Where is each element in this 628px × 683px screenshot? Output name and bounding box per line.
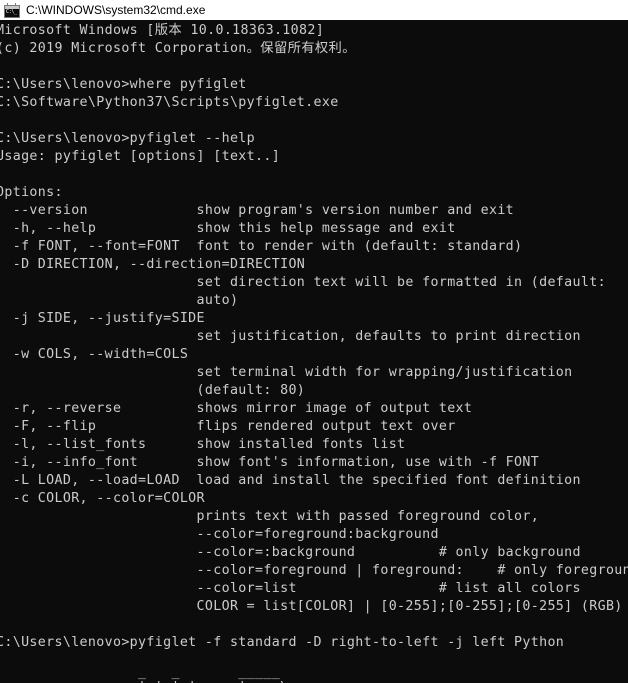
console-line: C:\Users\lenovo>where pyfiglet xyxy=(0,77,247,92)
console-line: --color=:background # only background xyxy=(0,545,581,560)
console-line: COLOR = list[COLOR] | [0-255];[0-255];[0… xyxy=(0,599,623,614)
console-line: -l, --list_fonts show installed fonts li… xyxy=(0,437,406,452)
console-line: -F, --flip flips rendered output text ov… xyxy=(0,419,456,434)
console-line: -w COLS, --width=COLS xyxy=(0,347,189,362)
console-line: C:\Users\lenovo>pyfiglet -f standard -D … xyxy=(0,635,565,650)
console-line: --color=foreground | foreground: # only … xyxy=(0,563,628,578)
cmd-console-icon: C:\_ xyxy=(4,2,20,18)
console-line: Options: xyxy=(0,185,63,200)
console-lines: Microsoft Windows [版本 10.0.18363.1082] (c… xyxy=(0,22,628,652)
console-line: --color=list # list all colors xyxy=(0,581,581,596)
console-line: -c COLOR, --color=COLOR xyxy=(0,491,205,506)
console-line: C:\Users\lenovo>pyfiglet --help xyxy=(0,131,256,146)
console-line: C:\Software\Python37\Scripts\pyfiglet.ex… xyxy=(0,95,339,110)
figlet-ascii-art: _ _ _____ _ __ ___ _ __| |_| |_ _| _ \ |… xyxy=(4,665,288,683)
console-line: set direction text will be formatted in … xyxy=(0,275,606,290)
cmd-window: C:\_ C:\WINDOWS\system32\cmd.exe Microso… xyxy=(0,0,628,683)
console-line: --version show program's version number … xyxy=(0,203,515,218)
console-line: prints text with passed foreground color… xyxy=(0,509,540,524)
console-line: -i, --info_font show font's information,… xyxy=(0,455,540,470)
console-line: (default: 80) xyxy=(0,383,306,398)
console-line: -r, --reverse shows mirror image of outp… xyxy=(0,401,473,416)
console-line: -h, --help show this help message and ex… xyxy=(0,221,456,236)
console-line: auto) xyxy=(0,293,239,308)
console-output-area[interactable]: Microsoft Windows [版本 10.0.18363.1082] (c… xyxy=(0,20,628,683)
window-title: C:\WINDOWS\system32\cmd.exe xyxy=(26,3,206,17)
console-text-buffer: Microsoft Windows [版本 10.0.18363.1082] (c… xyxy=(0,22,628,683)
console-line: (c) 2019 Microsoft Corporation。保留所有权利。 xyxy=(0,41,356,56)
console-line: Usage: pyfiglet [options] [text..] xyxy=(0,149,281,164)
console-line: set terminal width for wrapping/justific… xyxy=(0,365,573,380)
console-line: Microsoft Windows [版本 10.0.18363.1082] xyxy=(0,23,325,38)
console-line: -j SIDE, --justify=SIDE xyxy=(0,311,205,326)
console-line: -f FONT, --font=FONT font to render with… xyxy=(0,239,523,254)
console-line: --color=foreground:background xyxy=(0,527,439,542)
console-line: -L LOAD, --load=LOAD load and install th… xyxy=(0,473,581,488)
console-line: -D DIRECTION, --direction=DIRECTION xyxy=(0,257,306,272)
console-line: set justification, defaults to print dir… xyxy=(0,329,581,344)
window-titlebar[interactable]: C:\_ C:\WINDOWS\system32\cmd.exe xyxy=(0,0,628,20)
